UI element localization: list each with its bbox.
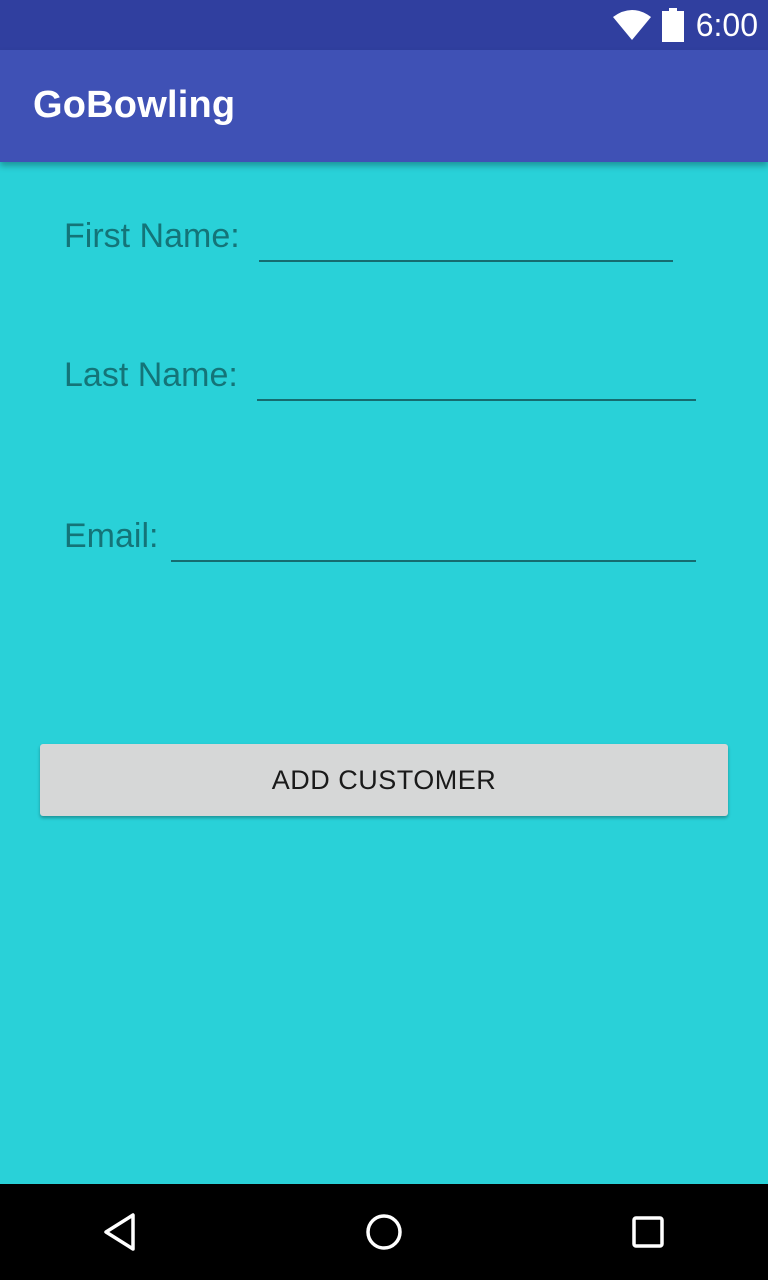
add-customer-button[interactable]: ADD CUSTOMER bbox=[40, 744, 728, 816]
home-button[interactable] bbox=[360, 1208, 408, 1256]
wifi-icon bbox=[612, 10, 651, 40]
last-name-label: Last Name: bbox=[64, 356, 238, 394]
home-icon bbox=[366, 1214, 402, 1250]
back-button[interactable] bbox=[96, 1208, 144, 1256]
navigation-bar bbox=[0, 1184, 768, 1280]
app-bar: GoBowling bbox=[0, 50, 768, 162]
email-input[interactable] bbox=[171, 518, 696, 562]
clock: 6:00 bbox=[695, 7, 758, 43]
recents-button[interactable] bbox=[624, 1208, 672, 1256]
status-bar: 6:00 bbox=[0, 0, 768, 50]
first-name-label: First Name: bbox=[64, 217, 240, 255]
back-icon bbox=[104, 1213, 135, 1251]
last-name-input[interactable] bbox=[257, 357, 696, 401]
email-label: Email: bbox=[64, 517, 159, 555]
status-icons: 6:00 bbox=[612, 0, 758, 50]
recents-icon bbox=[632, 1216, 664, 1248]
first-name-input[interactable] bbox=[259, 218, 673, 262]
battery-icon bbox=[661, 8, 684, 42]
app-title: GoBowling bbox=[33, 84, 236, 126]
